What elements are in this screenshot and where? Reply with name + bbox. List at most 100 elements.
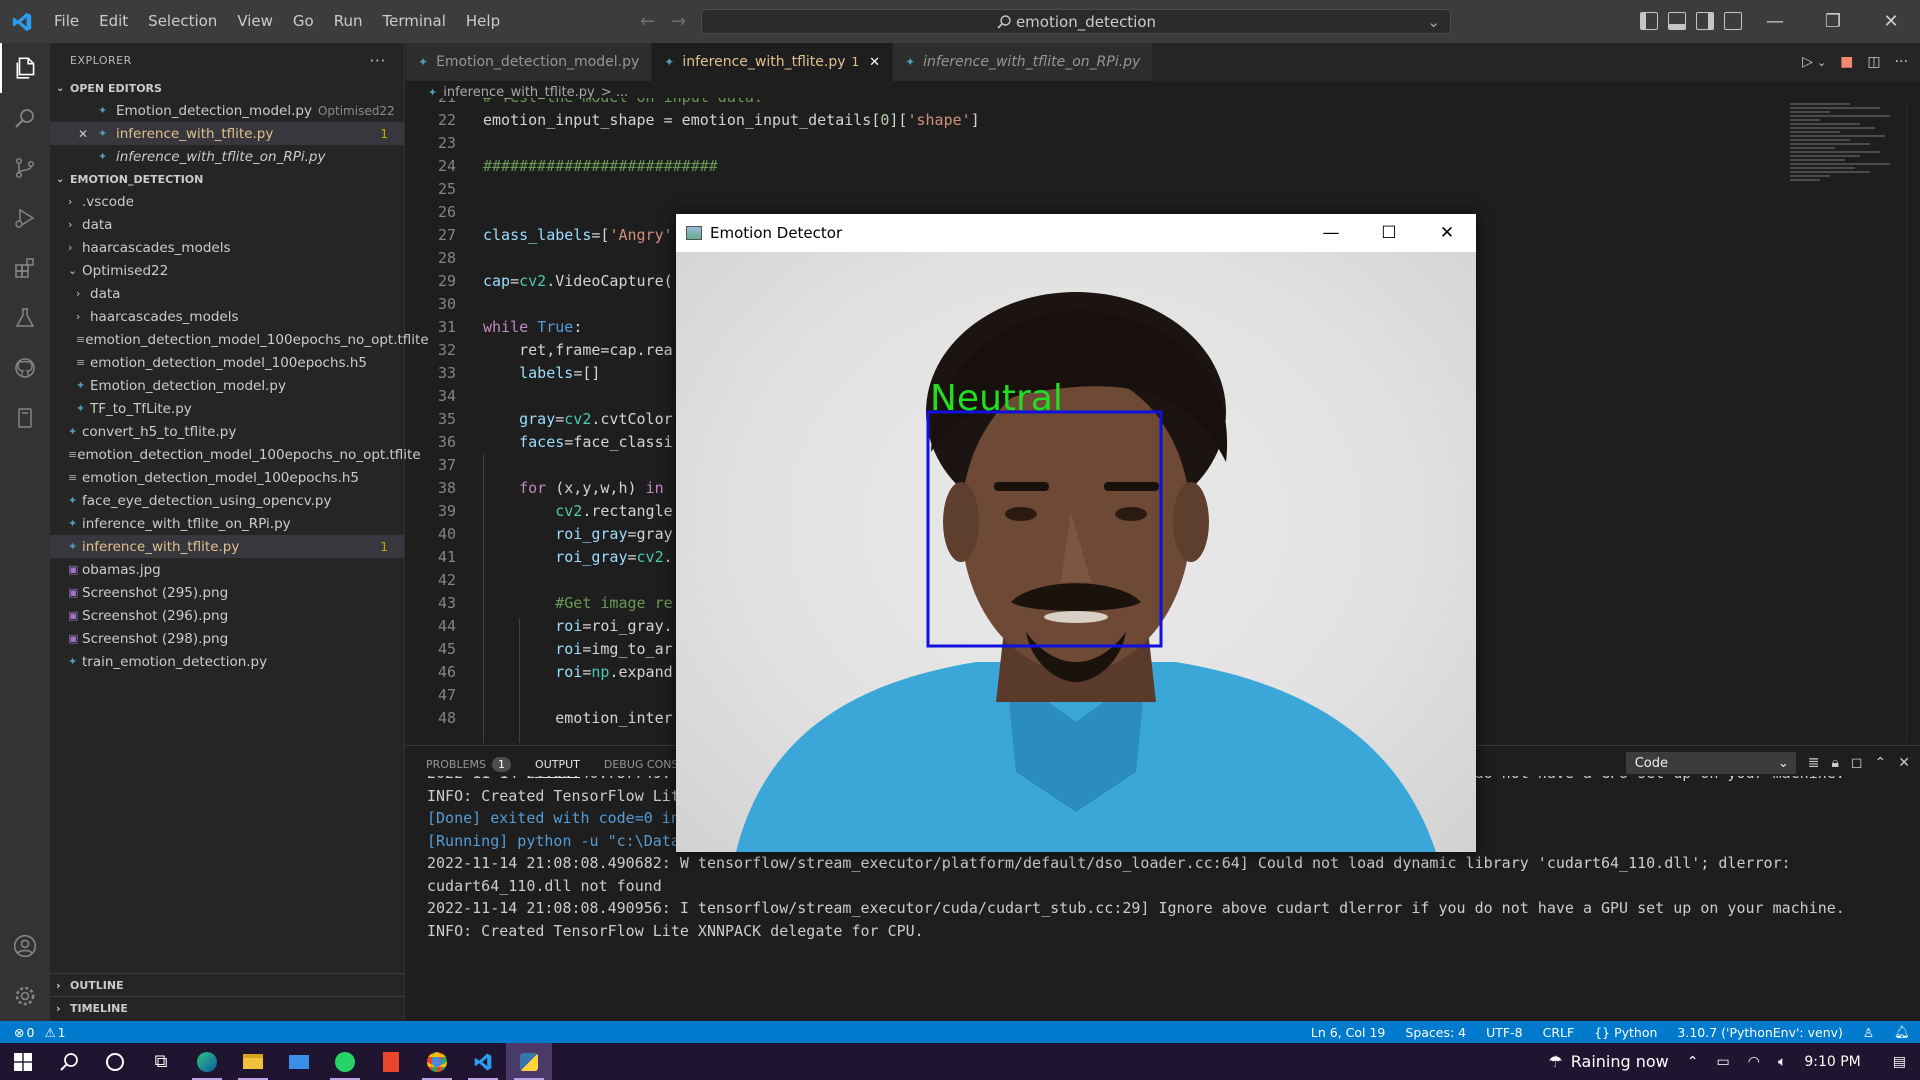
tree-file-selected[interactable]: ✦ inference_with_tflite.py 1	[50, 535, 404, 558]
tree-folder[interactable]: › .vscode	[50, 190, 404, 213]
minimap[interactable]	[1790, 103, 1905, 233]
accounts-icon[interactable]	[0, 921, 50, 971]
file-explorer-icon[interactable]	[230, 1043, 276, 1080]
battery-icon[interactable]: ▭	[1716, 1054, 1729, 1070]
clock[interactable]: 9:10 PM	[1804, 1054, 1860, 1070]
line-ending[interactable]: CRLF	[1543, 1025, 1575, 1040]
tree-file[interactable]: ▣ Screenshot (295).png	[50, 581, 404, 604]
tree-file[interactable]: ✦ convert_h5_to_tflite.py	[50, 420, 404, 443]
more-actions-icon[interactable]: ···	[369, 51, 386, 70]
chevron-up-icon[interactable]: ⌃	[1875, 755, 1887, 771]
volume-icon[interactable]: 🔈︎	[1778, 1054, 1786, 1070]
testing-flask-icon[interactable]	[0, 293, 50, 343]
detector-titlebar[interactable]: Emotion Detector — ☐ ✕	[676, 214, 1476, 252]
explorer-icon[interactable]	[0, 43, 50, 93]
forward-arrow-icon[interactable]: →	[671, 11, 686, 32]
github-icon[interactable]	[0, 343, 50, 393]
close-icon[interactable]: ✕	[1862, 0, 1920, 43]
search-icon[interactable]	[46, 1043, 92, 1080]
wifi-icon[interactable]: ◠	[1748, 1054, 1760, 1070]
folder-section[interactable]: ⌄ EMOTION_DETECTION	[50, 168, 404, 190]
chevron-down-icon[interactable]: ⌄	[1427, 13, 1440, 31]
maximize-panel-icon[interactable]: ◻	[1851, 755, 1863, 771]
encoding[interactable]: UTF-8	[1486, 1025, 1522, 1040]
cursor-position[interactable]: Ln 6, Col 19	[1311, 1025, 1386, 1040]
tree-folder[interactable]: › haarcascades_models	[50, 305, 404, 328]
tab-problems[interactable]: PROBLEMS 1	[426, 756, 512, 772]
maximize-icon[interactable]: ☐	[1360, 214, 1418, 252]
vscode-taskbar-icon[interactable]	[460, 1043, 506, 1080]
source-control-icon[interactable]	[0, 143, 50, 193]
tree-file[interactable]: ✦ inference_with_tflite_on_RPi.py	[50, 512, 404, 535]
chrome-icon[interactable]	[414, 1043, 460, 1080]
customize-layout-icon[interactable]	[1724, 12, 1742, 30]
run-and-debug-icon[interactable]	[0, 193, 50, 243]
open-editor-item[interactable]: ✦ Emotion_detection_model.py Optimised22	[50, 99, 404, 122]
menu-selection[interactable]: Selection	[138, 0, 227, 43]
tree-file[interactable]: ✦ face_eye_detection_using_opencv.py	[50, 489, 404, 512]
toggle-panel-icon[interactable]	[1668, 12, 1686, 30]
menu-terminal[interactable]: Terminal	[373, 0, 456, 43]
task-view-icon[interactable]: ⧉	[138, 1043, 184, 1080]
split-editor-icon[interactable]: ◫	[1867, 54, 1880, 70]
editor-scrollbar[interactable]	[1906, 103, 1920, 743]
back-arrow-icon[interactable]: ←	[640, 11, 655, 32]
feedback-icon[interactable]: ♙	[1863, 1025, 1874, 1040]
mail-icon[interactable]	[276, 1043, 322, 1080]
tree-file[interactable]: ≡ emotion_detection_model_100epochs_no_op…	[50, 443, 421, 466]
toggle-secondary-sidebar-icon[interactable]	[1696, 12, 1714, 30]
minimize-icon[interactable]: —	[1746, 0, 1804, 43]
extensions-icon[interactable]	[0, 243, 50, 293]
language-mode[interactable]: {} Python	[1594, 1025, 1657, 1040]
tree-file[interactable]: ≡ emotion_detection_model_100epochs.h5	[50, 466, 404, 489]
open-editors-section[interactable]: ⌄ OPEN EDITORS	[50, 77, 404, 99]
chevron-up-icon[interactable]: ⌃	[1687, 1054, 1699, 1070]
chevron-down-icon[interactable]: ⌄	[1817, 56, 1826, 69]
menu-run[interactable]: Run	[324, 0, 373, 43]
close-tab-icon[interactable]: ✕	[869, 55, 880, 70]
tab-inference-with-tflite-on-rpi[interactable]: ✦ inference_with_tflite_on_RPi.py	[893, 43, 1154, 81]
python-app-icon[interactable]	[506, 1043, 552, 1080]
menu-help[interactable]: Help	[456, 0, 510, 43]
run-icon[interactable]: ▷	[1802, 54, 1813, 70]
tab-output[interactable]: OUTPUT	[535, 758, 580, 778]
more-actions-icon[interactable]: ···	[1895, 54, 1908, 70]
notification-icon[interactable]: ▤	[1893, 1054, 1906, 1070]
office-icon[interactable]	[368, 1043, 414, 1080]
open-editor-item[interactable]: ✦ inference_with_tflite_on_RPi.py	[50, 145, 404, 168]
tree-file[interactable]: ✦ Emotion_detection_model.py	[50, 374, 404, 397]
windows-start-icon[interactable]	[0, 1043, 46, 1080]
tab-inference-with-tflite[interactable]: ✦ inference_with_tflite.py 1 ✕	[652, 43, 894, 81]
tree-file[interactable]: ✦ train_emotion_detection.py	[50, 650, 404, 673]
tree-file[interactable]: ▣ obamas.jpg	[50, 558, 404, 581]
tab-emotion-detection-model[interactable]: ✦ Emotion_detection_model.py	[406, 43, 653, 81]
indentation[interactable]: Spaces: 4	[1405, 1025, 1466, 1040]
stop-icon[interactable]: ■	[1840, 54, 1853, 70]
clear-output-icon[interactable]: ≣	[1808, 755, 1820, 771]
tree-folder[interactable]: › data	[50, 213, 404, 236]
restore-icon[interactable]: ❐	[1804, 0, 1862, 43]
notifications-bell-icon[interactable]: 🔔︎	[1894, 1024, 1910, 1040]
lock-scroll-icon[interactable]: 🔒︎	[1831, 755, 1838, 771]
close-panel-icon[interactable]: ✕	[1898, 755, 1910, 771]
output-channel-select[interactable]: Code ⌄	[1625, 752, 1796, 774]
menu-edit[interactable]: Edit	[89, 0, 138, 43]
minimize-icon[interactable]: —	[1302, 214, 1360, 252]
python-interpreter[interactable]: 3.10.7 ('PythonEnv': venv)	[1677, 1025, 1843, 1040]
tree-folder[interactable]: › haarcascades_models	[50, 236, 404, 259]
command-center-search[interactable]: emotion_detection ⌄	[701, 9, 1451, 34]
emotion-detector-window[interactable]: Emotion Detector — ☐ ✕ Neutral	[676, 214, 1476, 852]
tree-folder-open[interactable]: ⌄ Optimised22	[50, 259, 404, 282]
tree-folder[interactable]: › data	[50, 282, 404, 305]
status-problems[interactable]: ⊗ 0 ⚠ 1	[0, 1025, 66, 1040]
close-icon[interactable]: ✕	[78, 127, 94, 141]
tree-file[interactable]: ≡ emotion_detection_model_100epochs.h5	[50, 351, 404, 374]
tree-file[interactable]: ✦ TF_to_TfLite.py	[50, 397, 404, 420]
menu-go[interactable]: Go	[283, 0, 324, 43]
weather-umbrella-icon[interactable]: ☂	[1548, 1052, 1562, 1071]
edge-browser-icon[interactable]	[184, 1043, 230, 1080]
settings-gear-icon[interactable]	[0, 971, 50, 1021]
remote-explorer-icon[interactable]	[0, 393, 50, 443]
whatsapp-icon[interactable]	[322, 1043, 368, 1080]
toggle-sidebar-icon[interactable]	[1640, 12, 1658, 30]
